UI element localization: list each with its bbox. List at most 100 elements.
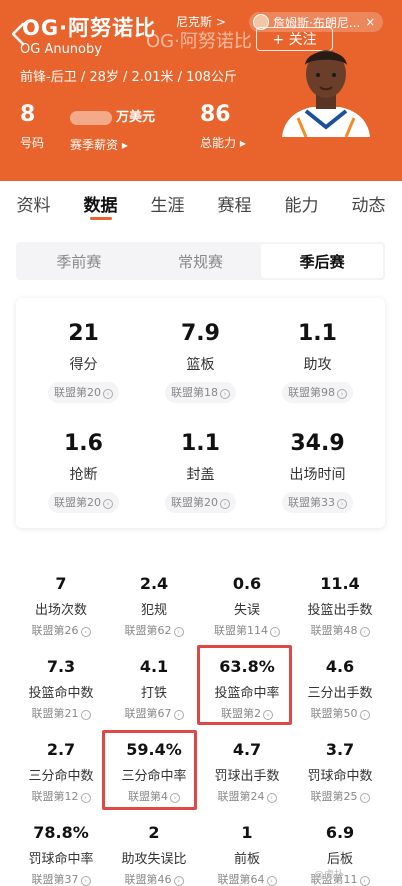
league-rank-button[interactable]: 联盟第12 › (11, 788, 111, 804)
league-rank-button[interactable]: 联盟第25 › (290, 788, 390, 804)
stat-label: 得分 (69, 357, 98, 373)
stat-fga: 11.4 投篮出手数 联盟第48 › (290, 574, 390, 638)
stat-value: 2.7 (46, 740, 76, 759)
league-rank-button[interactable]: 联盟第62 › (104, 622, 204, 638)
tab-profile[interactable]: 资料 (0, 181, 67, 226)
league-rank-button[interactable]: 联盟第67 › (104, 705, 204, 721)
stat-label: 封盖 (186, 467, 215, 483)
stat-points: 21 得分 联盟第20 › (22, 320, 145, 403)
stat-label: 出场时间 (289, 467, 346, 483)
stat-label: 三分出手数 (307, 686, 373, 701)
info-icon: › (80, 710, 91, 720)
stat-label: 后板 (326, 852, 353, 867)
stat-value: 1.1 (298, 321, 337, 346)
league-rank-button[interactable]: 联盟第26 › (11, 622, 111, 638)
league-rank-button[interactable]: 联盟第20 › (48, 492, 119, 513)
segment-regular-season[interactable]: 常规赛 (140, 244, 262, 278)
info-icon: › (359, 710, 370, 720)
stat-value: 4.6 (325, 657, 355, 676)
tab-career[interactable]: 生涯 (134, 181, 201, 226)
stat-value: 11.4 (320, 574, 360, 593)
league-rank-button[interactable]: 联盟第33 › (282, 492, 353, 513)
tab-schedule[interactable]: 赛程 (201, 181, 268, 226)
player-name-en: OG Anunoby (20, 42, 102, 57)
league-rank-button[interactable]: 联盟第24 › (197, 788, 297, 804)
league-rank-button[interactable]: 联盟第64 › (197, 871, 297, 886)
segment-preseason[interactable]: 季前赛 (18, 244, 140, 278)
league-rank-button[interactable]: 联盟第98 › (282, 382, 353, 403)
ability-label: 总能力 ▸ (200, 136, 246, 150)
stat-rebounds: 7.9 篮板 联盟第18 › (139, 320, 262, 403)
close-icon[interactable]: × (365, 15, 375, 29)
info-icon: › (80, 876, 91, 886)
stat-value: 6.9 (325, 823, 355, 842)
info-icon: › (103, 499, 113, 509)
tab-ability[interactable]: 能力 (268, 181, 335, 226)
stat-fta: 4.7 罚球出手数 联盟第24 › (197, 740, 297, 804)
stat-fgm: 7.3 投篮命中数 联盟第21 › (11, 657, 111, 721)
stat-turnovers: 0.6 失误 联盟第114 › (197, 574, 297, 638)
stat-blocks: 1.1 封盖 联盟第20 › (139, 430, 262, 513)
highlight-box-fg-percentage (197, 645, 292, 725)
tab-stats[interactable]: 数据 (67, 181, 134, 226)
info-icon: › (173, 876, 184, 886)
salary-blurred-value (70, 111, 112, 125)
team-link[interactable]: 尼克斯 > (176, 13, 226, 30)
stat-value: 2.4 (139, 574, 169, 593)
league-rank-button[interactable]: 联盟第114 › (197, 622, 297, 638)
stat-label: 助攻 (303, 357, 332, 373)
stat-value: 78.8% (33, 823, 89, 842)
jersey-number: 8 号码 (20, 101, 44, 151)
stat-value: 1.1 (181, 431, 220, 456)
info-icon: › (220, 389, 230, 399)
stat-label: 三分命中数 (28, 769, 94, 784)
stat-value: 2 (148, 823, 160, 842)
stat-value: 7.9 (181, 321, 220, 346)
stat-value: 7.3 (46, 657, 76, 676)
info-icon: › (103, 389, 113, 399)
ability-value: 86 (200, 102, 231, 127)
stat-label: 失误 (233, 603, 260, 618)
stat-label: 篮板 (186, 357, 215, 373)
league-rank-button[interactable]: 联盟第21 › (11, 705, 111, 721)
tab-feed[interactable]: 动态 (335, 181, 402, 226)
segment-playoffs[interactable]: 季后赛 (261, 244, 384, 278)
league-rank-button[interactable]: 联盟第18 › (165, 382, 236, 403)
league-rank-button[interactable]: 联盟第20 › (165, 492, 236, 513)
info-icon: › (337, 389, 347, 399)
league-rank-button[interactable]: 联盟第48 › (290, 622, 390, 638)
stat-3pa: 4.6 三分出手数 联盟第50 › (290, 657, 390, 721)
season-salary[interactable]: 万美元 赛季薪资 ▸ (70, 106, 155, 153)
stat-assists: 1.1 助攻 联盟第98 › (256, 320, 379, 403)
stat-value: 3.7 (325, 740, 355, 759)
stat-value: 0.6 (232, 574, 262, 593)
stat-ftm: 3.7 罚球命中数 联盟第25 › (290, 740, 390, 804)
info-icon: › (359, 627, 370, 637)
stat-fouls: 2.4 犯规 联盟第62 › (104, 574, 204, 638)
stat-value: 1.6 (64, 431, 103, 456)
stat-label: 前板 (233, 852, 260, 867)
stat-offensive-rebounds: 1 前板 联盟第64 › (197, 823, 297, 886)
info-icon: › (173, 710, 184, 720)
total-ability[interactable]: 86 总能力 ▸ (200, 101, 246, 151)
info-icon: › (359, 793, 370, 803)
stat-label: 罚球命中率 (28, 852, 94, 867)
jersey-number-label: 号码 (20, 136, 45, 150)
league-rank-button[interactable]: 联盟第46 › (104, 871, 204, 886)
stat-ast-to-ratio: 2 助攻失误比 联盟第46 › (104, 823, 204, 886)
player-name-cn: OG·阿努诺比 (22, 16, 157, 40)
info-icon: › (359, 876, 370, 886)
stat-value: 7 (55, 574, 67, 593)
stat-3pm: 2.7 三分命中数 联盟第12 › (11, 740, 111, 804)
stat-value: 1 (241, 823, 253, 842)
player-name-cn-ghost: OG·阿努诺比 (146, 31, 252, 52)
season-type-switcher: 季前赛 常规赛 季后赛 (16, 242, 385, 280)
league-rank-button[interactable]: 联盟第37 › (11, 871, 111, 886)
league-rank-button[interactable]: 联盟第20 › (48, 382, 119, 403)
stat-missed-shots: 4.1 打铁 联盟第67 › (104, 657, 204, 721)
stat-value: 21 (68, 321, 99, 346)
league-rank-button[interactable]: 联盟第50 › (290, 705, 390, 721)
stat-steals: 1.6 抢断 联盟第20 › (22, 430, 145, 513)
info-icon: › (220, 499, 230, 509)
stat-label: 投篮出手数 (307, 603, 373, 618)
